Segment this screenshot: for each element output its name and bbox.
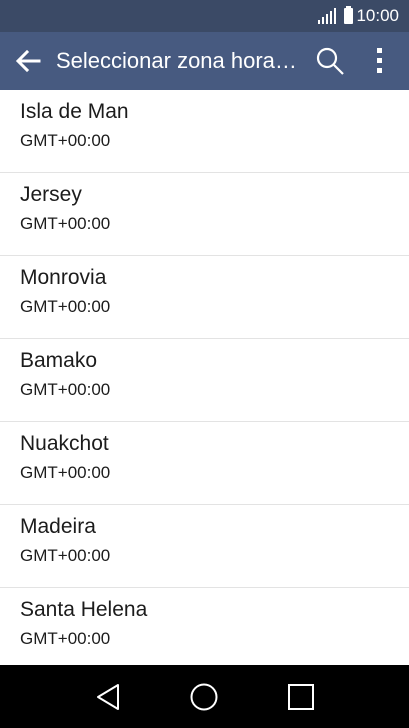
timezone-item[interactable]: Bamako GMT+00:00 [0, 339, 409, 422]
status-bar: 10:00 [0, 0, 409, 32]
timezone-name: Monrovia [20, 266, 107, 289]
nav-home-circle-icon [190, 683, 218, 710]
timezone-item[interactable]: Nuakchot GMT+00:00 [0, 422, 409, 505]
battery-icon [344, 6, 354, 24]
timezone-name: Nuakchot [20, 432, 109, 455]
timezone-item[interactable]: Santa Helena GMT+00:00 [0, 588, 409, 665]
search-button[interactable] [304, 32, 356, 90]
timezone-item[interactable]: Madeira GMT+00:00 [0, 505, 409, 588]
timezone-offset: GMT+00:00 [20, 297, 111, 316]
more-vert-icon [377, 48, 382, 73]
nav-back-button[interactable] [84, 673, 132, 721]
timezone-offset: GMT+00:00 [20, 380, 111, 399]
timezone-name: Jersey [20, 183, 82, 206]
nav-recents-square-icon [287, 683, 314, 710]
status-time: 10:00 [356, 6, 399, 25]
timezone-name: Madeira [20, 515, 96, 538]
timezone-item[interactable]: Isla de Man GMT+00:00 [0, 90, 409, 173]
signal-icon [318, 8, 337, 24]
timezone-offset: GMT+00:00 [20, 546, 111, 565]
timezone-name: Bamako [20, 349, 98, 372]
page-title: Seleccionar zona hora… [56, 48, 297, 73]
timezone-offset: GMT+00:00 [20, 131, 111, 150]
timezone-list: Isla de Man GMT+00:00 Jersey GMT+00:00 M… [0, 90, 409, 665]
search-icon [316, 47, 344, 75]
timezone-offset: GMT+00:00 [20, 629, 111, 648]
nav-recents-button[interactable] [277, 673, 325, 721]
back-button[interactable] [0, 32, 56, 90]
nav-home-button[interactable] [180, 673, 228, 721]
timezone-item[interactable]: Jersey GMT+00:00 [0, 173, 409, 256]
timezone-name: Santa Helena [20, 598, 148, 621]
timezone-item[interactable]: Monrovia GMT+00:00 [0, 256, 409, 339]
app-bar: Seleccionar zona hora… [0, 32, 409, 90]
timezone-offset: GMT+00:00 [20, 463, 111, 482]
timezone-offset: GMT+00:00 [20, 214, 111, 233]
overflow-menu-button[interactable] [356, 32, 404, 90]
nav-back-triangle-icon [97, 683, 120, 710]
arrow-left-icon [15, 50, 41, 72]
navigation-bar [0, 665, 409, 728]
timezone-name: Isla de Man [20, 100, 129, 123]
